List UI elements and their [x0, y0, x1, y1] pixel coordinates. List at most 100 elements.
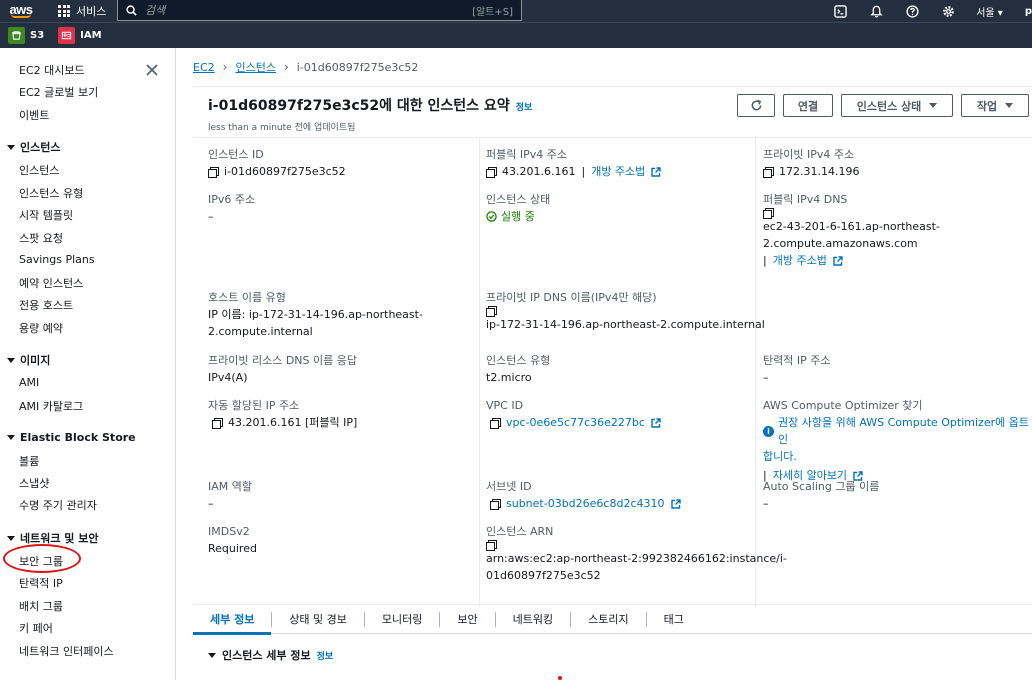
sidebar-item-savings-plans[interactable]: Savings Plans — [19, 253, 95, 266]
open-address-link[interactable]: 개방 주소법 — [773, 252, 827, 269]
copy-icon[interactable] — [208, 166, 219, 178]
external-link-icon — [651, 417, 661, 428]
optimizer-value-line2[interactable]: 합니다. — [763, 448, 1032, 465]
arn-value-line2: 01d60897f275e3c52 — [486, 569, 601, 582]
copy-icon[interactable] — [212, 417, 223, 429]
tab-monitoring[interactable]: 모니터링 — [365, 604, 439, 634]
sidebar-item-snapshots[interactable]: 스냅샷 — [19, 475, 49, 491]
sidebar-item-reserved-instances[interactable]: 예약 인스턴스 — [19, 275, 83, 291]
vpc-id-link[interactable]: vpc-0e6e5c77c36e227bc — [506, 414, 645, 431]
gear-icon[interactable] — [941, 4, 955, 18]
sidebar-item-spot-requests[interactable]: 스팟 요청 — [19, 230, 63, 246]
favorite-s3-label: S3 — [30, 30, 45, 41]
refresh-button[interactable] — [737, 94, 775, 117]
field-instance-id: 인스턴스 ID i-01d60897f275e3c52 — [208, 146, 346, 180]
subnet-id-link[interactable]: subnet-03bd26e6c8d2c4310 — [506, 495, 665, 512]
info-link[interactable]: 정보 — [317, 649, 334, 662]
chevron-right-icon: › — [222, 60, 228, 74]
region-selector[interactable]: 서울 ▾ — [976, 4, 1003, 19]
sidebar-section-label: Elastic Block Store — [20, 431, 136, 444]
field-auto-assigned-ip: 자동 할당된 IP 주소 43.201.6.161 [퍼블릭 IP] — [208, 397, 357, 431]
instance-state-button[interactable]: 인스턴스 상태 — [841, 94, 953, 117]
favorite-iam[interactable]: IAM — [58, 27, 102, 44]
open-address-link[interactable]: 개방 주소법 — [591, 163, 645, 180]
sidebar-item-capacity-reservations[interactable]: 용량 예약 — [19, 320, 63, 336]
field-label: 퍼블릭 IPv4 주소 — [486, 148, 567, 161]
sidebar-item-ec2-dashboard[interactable]: EC2 대시보드 — [19, 62, 85, 78]
public-dns-value-line1: ec2-43-201-6-161.ap-northeast- — [763, 220, 940, 233]
sidebar-section-instances[interactable]: 인스턴스 — [7, 139, 60, 155]
last-updated-text: less than a minute 전에 업데이트됨 — [208, 123, 356, 133]
search-placeholder: 검색 — [145, 4, 166, 17]
sidebar-section-images[interactable]: 이미지 — [7, 352, 50, 368]
close-icon[interactable] — [146, 64, 160, 78]
sidebar-item-ami-catalog[interactable]: AMI 카탈로그 — [19, 398, 83, 414]
sidebar-item-elastic-ips[interactable]: 탄력적 IP — [19, 575, 63, 591]
field-private-dns: 프라이빗 IP DNS 이름(IPv4만 해당) ip-172-31-14-19… — [486, 289, 765, 333]
instance-id-value: i-01d60897f275e3c52 — [224, 165, 346, 178]
sidebar-item-volumes[interactable]: 볼륨 — [19, 453, 39, 469]
private-dns-value: ip-172-31-14-196.ap-northeast-2.compute.… — [486, 318, 765, 331]
actions-label: 작업 — [976, 99, 998, 113]
sidebar-section-ebs[interactable]: Elastic Block Store — [7, 431, 136, 444]
tab-tags[interactable]: 태그 — [647, 604, 701, 634]
field-imdsv2: IMDSv2 Required — [208, 523, 257, 557]
instance-type-value: t2.micro — [486, 371, 532, 384]
resource-dns-value: IPv4(A) — [208, 371, 248, 384]
bell-icon[interactable] — [869, 4, 883, 18]
breadcrumb-ec2[interactable]: EC2 — [193, 61, 215, 74]
field-elastic-ip: 탄력적 IP 주소 – — [763, 352, 830, 386]
instance-details-header[interactable]: 인스턴스 세부 정보 정보 — [208, 647, 333, 663]
sidebar: EC2 대시보드 EC2 글로벌 보기 이벤트 인스턴스 인스턴스 인스턴스 유… — [0, 48, 176, 680]
help-icon[interactable] — [905, 4, 919, 18]
public-dns-value-line2: 2.compute.amazonaws.com — [763, 237, 918, 250]
field-label: 자동 할당된 IP 주소 — [208, 399, 300, 412]
tab-details[interactable]: 세부 정보 — [193, 604, 272, 635]
sidebar-item-key-pairs[interactable]: 키 페어 — [19, 620, 53, 636]
copy-icon[interactable] — [486, 540, 497, 551]
sidebar-item-instance-types[interactable]: 인스턴스 유형 — [19, 185, 83, 201]
sidebar-section-label: 이미지 — [20, 354, 51, 367]
optimizer-value-line1[interactable]: 권장 사항을 위해 AWS Compute Optimizer에 옵트인 — [778, 414, 1032, 448]
caret-down-icon — [1005, 103, 1014, 108]
field-asg-name: Auto Scaling 그룹 이름 – — [763, 478, 879, 512]
search-input[interactable]: 검색 [알트+S] — [117, 0, 522, 21]
copy-icon[interactable] — [763, 166, 774, 178]
copy-icon[interactable] — [490, 417, 501, 429]
copy-icon[interactable] — [486, 306, 497, 317]
sidebar-item-ec2-global-view[interactable]: EC2 글로벌 보기 — [19, 84, 98, 100]
chevron-right-icon: › — [283, 60, 289, 74]
sidebar-item-dedicated-hosts[interactable]: 전용 호스트 — [19, 297, 73, 313]
actions-button[interactable]: 작업 — [961, 94, 1029, 117]
connect-button-label: 연결 — [797, 99, 819, 113]
sidebar-item-network-interfaces[interactable]: 네트워크 인터페이스 — [19, 643, 114, 659]
public-ipv4-value: 43.201.6.161 — [502, 165, 576, 178]
sidebar-item-launch-templates[interactable]: 시작 템플릿 — [19, 207, 73, 223]
instance-details-title: 인스턴스 세부 정보 — [222, 649, 311, 662]
field-label: 인스턴스 상태 — [486, 193, 551, 206]
tab-security[interactable]: 보안 — [440, 604, 494, 634]
copy-icon[interactable] — [486, 166, 497, 178]
copy-icon[interactable] — [763, 208, 774, 219]
field-instance-state: 인스턴스 상태 실행 중 — [486, 191, 550, 225]
aws-logo[interactable]: aws — [0, 0, 42, 22]
info-link[interactable]: 정보 — [516, 100, 533, 113]
sidebar-item-instances[interactable]: 인스턴스 — [19, 162, 59, 178]
tab-storage[interactable]: 스토리지 — [571, 604, 645, 634]
sidebar-item-lifecycle-manager[interactable]: 수명 주기 관리자 — [19, 497, 97, 513]
tab-networking[interactable]: 네트워킹 — [496, 604, 570, 634]
account-menu[interactable]: p — [1025, 6, 1032, 17]
connect-button[interactable]: 연결 — [783, 94, 833, 117]
favorite-s3[interactable]: S3 — [8, 27, 44, 44]
breadcrumb-instances[interactable]: 인스턴스 — [235, 59, 275, 75]
cloudshell-icon[interactable] — [833, 4, 847, 18]
sidebar-item-events[interactable]: 이벤트 — [19, 107, 49, 123]
private-ipv4-value: 172.31.14.196 — [779, 165, 860, 178]
sidebar-item-ami[interactable]: AMI — [19, 376, 39, 389]
sidebar-item-placement-groups[interactable]: 배치 그룹 — [19, 598, 63, 614]
copy-icon[interactable] — [490, 498, 501, 510]
tab-status-alarms[interactable]: 상태 및 경보 — [272, 604, 364, 634]
field-label: 프라이빗 리소스 DNS 이름 응답 — [208, 354, 357, 367]
column-divider — [479, 138, 480, 607]
services-menu-button[interactable]: 서비스 — [58, 3, 106, 19]
